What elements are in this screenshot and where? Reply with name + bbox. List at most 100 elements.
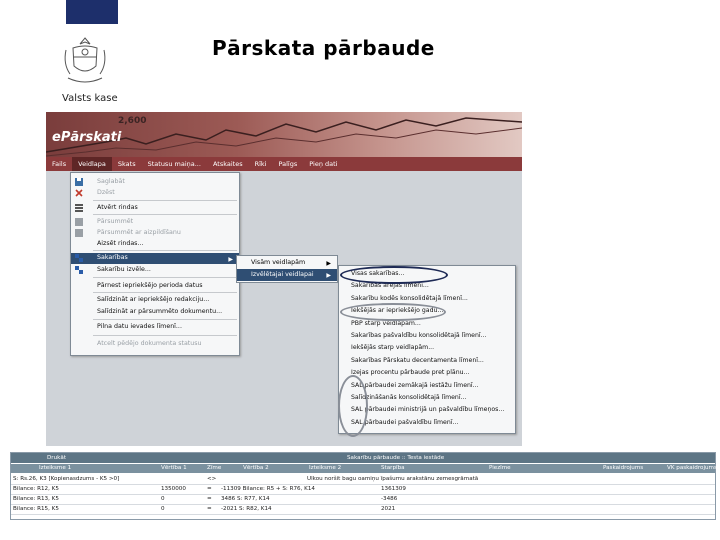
submenu2-item[interactable]: Sakarības Pārskatu decentamenta līmenī..…: [351, 357, 511, 368]
table-cell: 3486 S: R77, K14: [221, 496, 270, 502]
grid-column-header[interactable]: Izteiksme 2: [309, 465, 341, 471]
grid-column-header[interactable]: Izteiksme 1: [39, 465, 71, 471]
table-cell: Bilance: R15, K5: [13, 506, 59, 512]
dropdown-item[interactable]: Atvērt rindas: [71, 203, 239, 214]
dropdown-item-label: Salīdzināt ar pārsummēto dokumentu...: [97, 308, 223, 315]
dropdown-item-label: Atcelt pēdējo dokumenta statusu: [97, 340, 202, 347]
table-cell: S: Rs.26, K3 [Kopienasdzums - K5 >0]: [13, 476, 120, 482]
menu-item[interactable]: Rīki: [249, 157, 273, 171]
slide-title: Pārskata pārbaude: [212, 36, 435, 60]
dropdown-item[interactable]: Pārsummēt ar aizpildīšanu: [71, 228, 239, 239]
submenu2-item[interactable]: SAL pārbaudei zemākajā iestāžu līmenī...: [351, 382, 511, 393]
dropdown-item[interactable]: Dzēst: [71, 188, 239, 199]
menu-bar: Fails Veidlapa Skats Statusu maiņa... Atskai…: [46, 157, 522, 171]
submenu2-item[interactable]: Izejas procentu pārbaude pret plānu...: [351, 369, 511, 380]
dropdown-item-label: Atvērt rindas: [97, 204, 138, 211]
table-cell: Bilance: R13, K5: [13, 496, 59, 502]
links-icon: [75, 254, 83, 262]
links-icon: [75, 266, 83, 274]
app-banner: 2,600 ePārskati: [46, 112, 522, 157]
dropdown-item[interactable]: Sakarības ▶: [71, 253, 239, 264]
sakaribas-submenu: Visām veidlapām ▶ Izvēlētajai veidlapai ▶: [236, 255, 338, 283]
submenu2-item[interactable]: PBP starp veidlapām...: [351, 320, 511, 331]
menu-separator: [93, 200, 237, 201]
menu-separator: [93, 277, 237, 278]
table-cell: =: [207, 506, 212, 512]
grid-column-header[interactable]: Vērtība 1: [161, 465, 187, 471]
coat-of-arms-logo: [64, 37, 106, 83]
submenu2-item[interactable]: Salīdzināšanās konsolidētajā līmenī...: [351, 394, 511, 405]
table-cell: =: [207, 496, 212, 502]
menu-separator: [93, 292, 237, 293]
organization-name: Valsts kase: [62, 93, 118, 104]
submenu-arrow-icon: ▶: [228, 256, 233, 263]
grid-title: Sakarību pārbaude :: Testa iestāde: [347, 455, 445, 461]
dropdown-item[interactable]: Salīdzināt ar pārsummēto dokumentu...: [71, 307, 239, 318]
sum-icon: [75, 218, 83, 226]
submenu2-item[interactable]: Sakarības pašvaldību konsolidētajā līmen…: [351, 332, 511, 343]
dropdown-item[interactable]: Aizsēt rindas...: [71, 239, 239, 250]
menu-item[interactable]: Atskaites: [207, 157, 249, 171]
dropdown-item[interactable]: Pārnest iepriekšējo perioda datus: [71, 281, 239, 292]
table-cell: 1361309: [381, 486, 406, 492]
submenu2-item[interactable]: Visas sakarības...: [351, 270, 511, 281]
dropdown-item[interactable]: Pilna datu ievades līmenī...: [71, 322, 239, 333]
submenu2-item[interactable]: Sakarības ārējās līmenī...: [351, 282, 511, 293]
table-cell: 0: [161, 506, 165, 512]
grid-column-header[interactable]: Vērtība 2: [243, 465, 269, 471]
table-cell: Bilance: R12, K5: [13, 486, 59, 492]
table-cell: 0: [161, 496, 165, 502]
menu-separator: [93, 214, 237, 215]
dropdown-item[interactable]: Salīdzināt ar iepriekšējo redakciju...: [71, 295, 239, 306]
submenu2-item[interactable]: Iekšējās ar iepriekšējo gadu...: [351, 307, 511, 318]
grid-column-header[interactable]: VK paskaidrojums: [667, 465, 717, 471]
submenu1-item[interactable]: Izvēlētajai veidlapai ▶: [237, 269, 337, 281]
grid-column-header[interactable]: Zīme: [207, 465, 221, 471]
grid-column-header[interactable]: Paskaidrojums: [603, 465, 643, 471]
submenu1-item-label: Izvēlētajai veidlapai: [251, 271, 314, 278]
grid-column-header[interactable]: Piezīme: [489, 465, 511, 471]
menu-item[interactable]: Skats: [112, 157, 142, 171]
grid-column-header[interactable]: Starpība: [381, 465, 405, 471]
dropdown-item[interactable]: Atcelt pēdējo dokumenta statusu: [71, 339, 239, 350]
dropdown-item-label: Pilna datu ievades līmenī...: [97, 323, 182, 330]
grid-title-bar: Drukāt Sakarību pārbaude :: Testa iestād…: [11, 453, 715, 463]
submenu2-item[interactable]: Iekšējās starp veidlapām...: [351, 344, 511, 355]
table-row[interactable]: Bilance: R15, K5 0 = -2021 S: R82, K14 2021: [11, 505, 715, 515]
menu-separator: [93, 250, 237, 251]
table-row[interactable]: S: Rs.26, K3 [Kopienasdzums - K5 >0] <> Ul…: [11, 475, 715, 485]
dropdown-item-label: Sakarību izvēle...: [97, 266, 151, 273]
table-cell: 2021: [381, 506, 396, 512]
top-color-bar: [66, 0, 118, 24]
table-cell: =: [207, 486, 212, 492]
table-row[interactable]: Bilance: R12, K5 1350000 = -11309 Bilance: …: [11, 485, 715, 495]
banner-number: 2,600: [118, 116, 147, 126]
menu-item[interactable]: Pieņ dati: [303, 157, 343, 171]
menu-item[interactable]: Palīgs: [272, 157, 303, 171]
menu-separator: [93, 335, 237, 336]
dropdown-item-label: Pārsummēt ar aizpildīšanu: [97, 229, 181, 236]
delete-icon: [75, 189, 83, 197]
table-cell: -2021 S: R82, K14: [221, 506, 272, 512]
submenu2-item[interactable]: SAL pārbaudei ministrijā un pašvaldību l…: [351, 406, 511, 417]
grid-header-row: Izteiksme 1 Vērtība 1 Zīme Vērtība 2 Izteiks…: [11, 464, 717, 473]
dropdown-item-label: Sakarības: [97, 254, 128, 261]
submenu2-item[interactable]: SAL pārbaudei pašvaldību līmenī...: [351, 419, 511, 430]
submenu-arrow-icon: ▶: [326, 260, 331, 267]
submenu2-item[interactable]: Sakarību kodēs konsolidētajā līmenī...: [351, 295, 511, 306]
dropdown-item[interactable]: Saglabāt: [71, 177, 239, 188]
print-button[interactable]: Drukāt: [47, 455, 66, 461]
dropdown-item-label: Salīdzināt ar iepriekšējo redakciju...: [97, 296, 210, 303]
dropdown-item-label: Dzēst: [97, 189, 115, 196]
menu-item[interactable]: Statusu maiņa...: [142, 157, 207, 171]
menu-item[interactable]: Fails: [46, 157, 72, 171]
app-brand: ePārskati: [52, 130, 122, 145]
submenu1-item[interactable]: Visām veidlapām ▶: [237, 257, 337, 269]
save-icon: [75, 178, 83, 186]
dropdown-item-label: Pārnest iepriekšējo perioda datus: [97, 282, 203, 289]
sum-icon: [75, 229, 83, 237]
dropdown-item[interactable]: Pārsummēt: [71, 217, 239, 228]
table-row[interactable]: Bilance: R13, K5 0 = 3486 S: R77, K14 -3486: [11, 495, 715, 505]
menu-item[interactable]: Veidlapa: [72, 157, 112, 171]
dropdown-item[interactable]: Sakarību izvēle...: [71, 265, 239, 276]
